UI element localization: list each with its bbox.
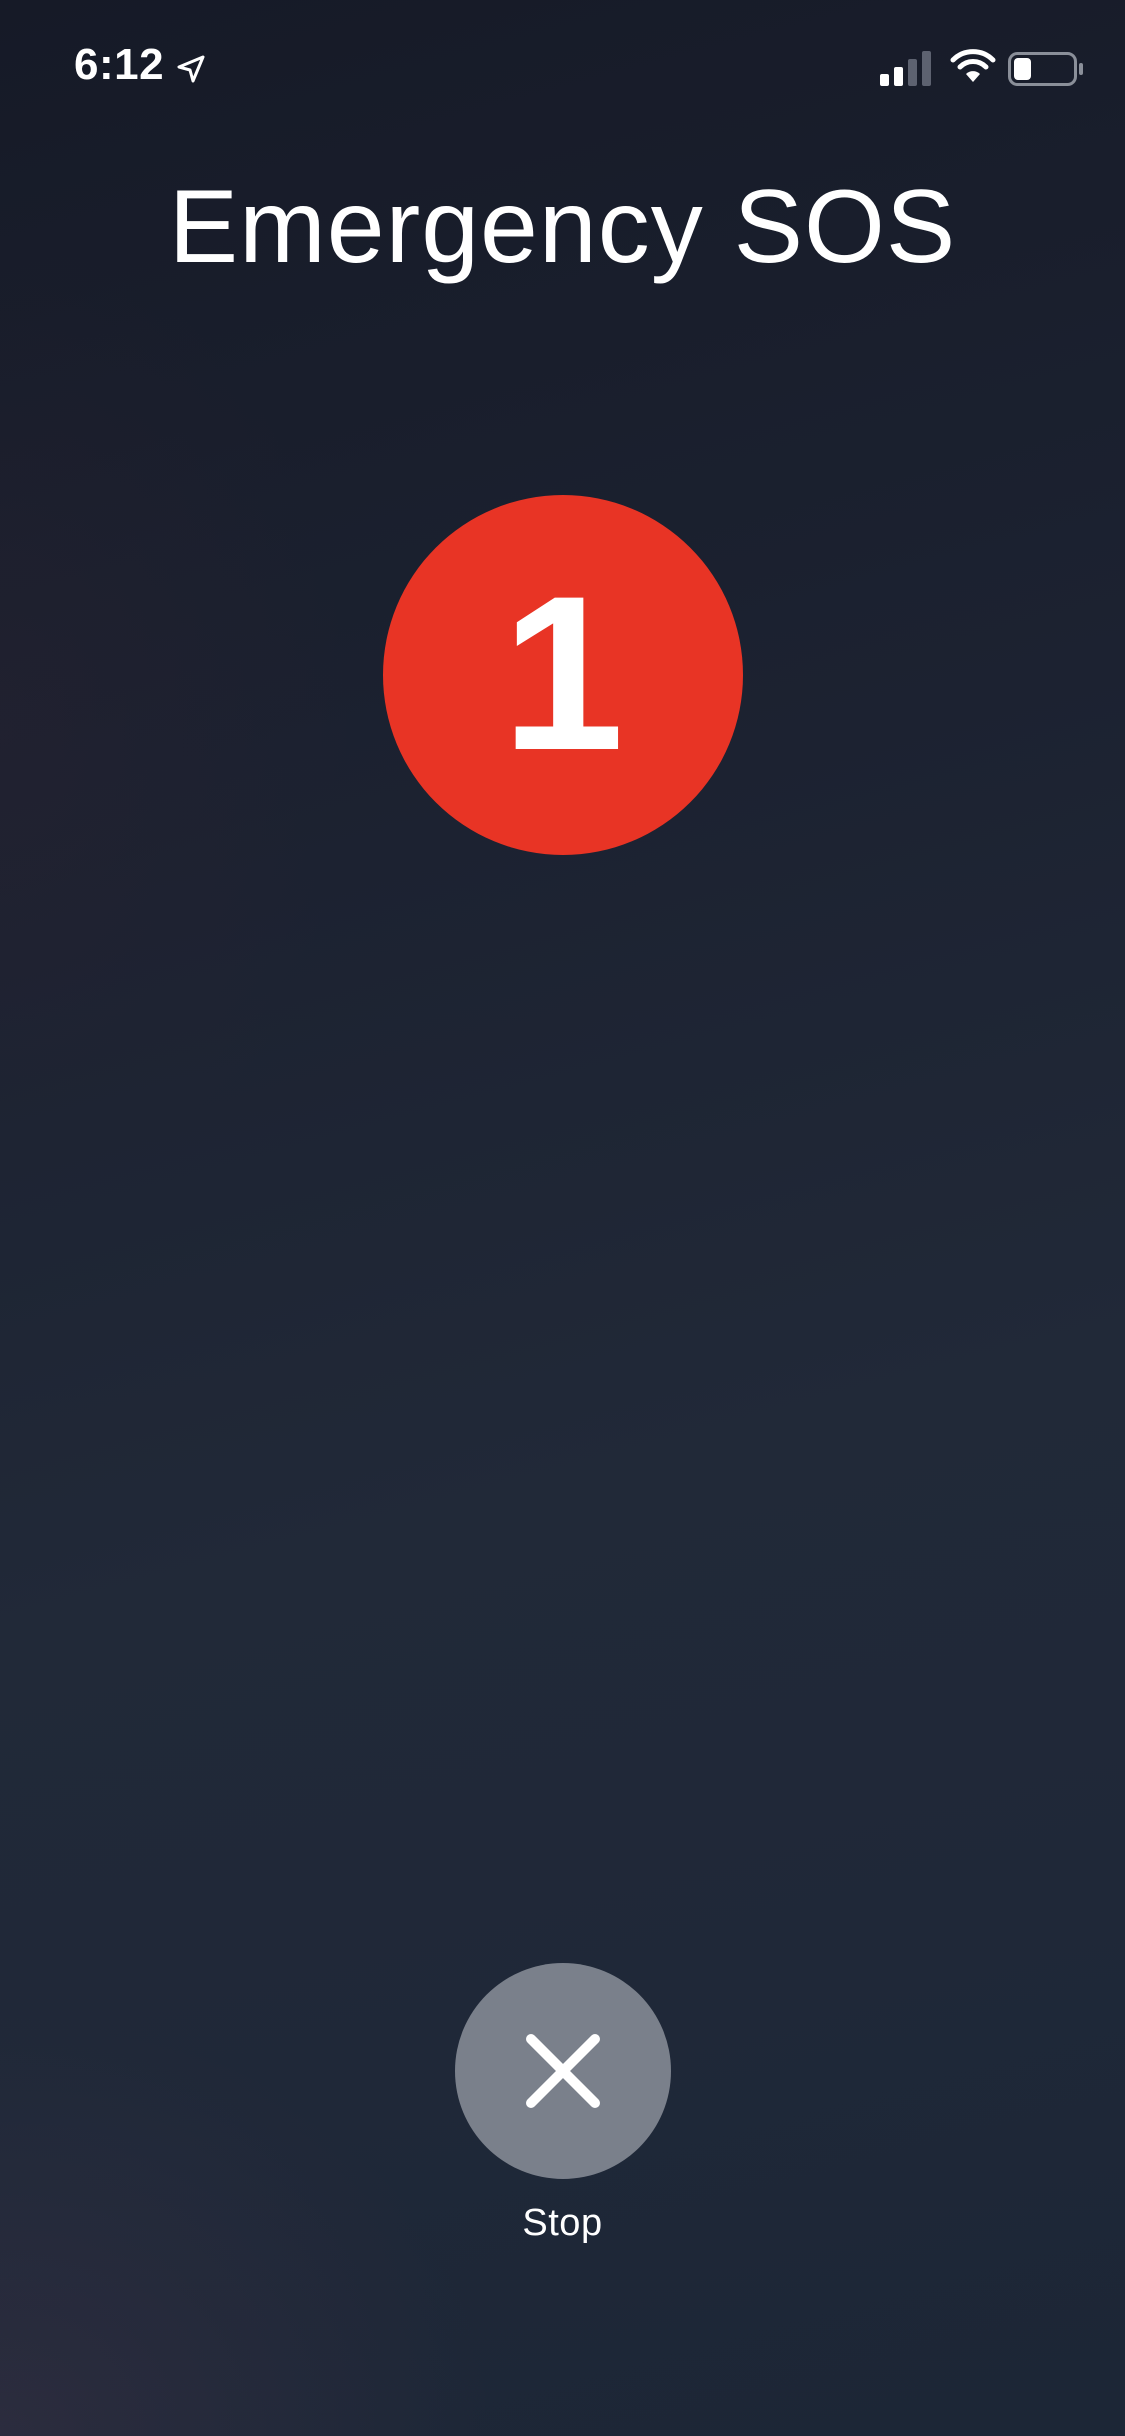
page-title: Emergency SOS: [168, 169, 957, 285]
countdown-circle: 1: [383, 495, 743, 855]
location-arrow-icon: [177, 55, 205, 83]
close-icon: [526, 2034, 600, 2108]
cellular-signal-icon: [880, 51, 931, 86]
status-time: 6:12: [74, 40, 165, 89]
stop-button[interactable]: [455, 1963, 671, 2179]
countdown-value: 1: [501, 550, 625, 796]
status-bar: 6:12: [0, 0, 1125, 140]
battery-icon: [1008, 52, 1083, 86]
stop-label: Stop: [522, 2202, 603, 2244]
wifi-icon: [950, 49, 996, 82]
